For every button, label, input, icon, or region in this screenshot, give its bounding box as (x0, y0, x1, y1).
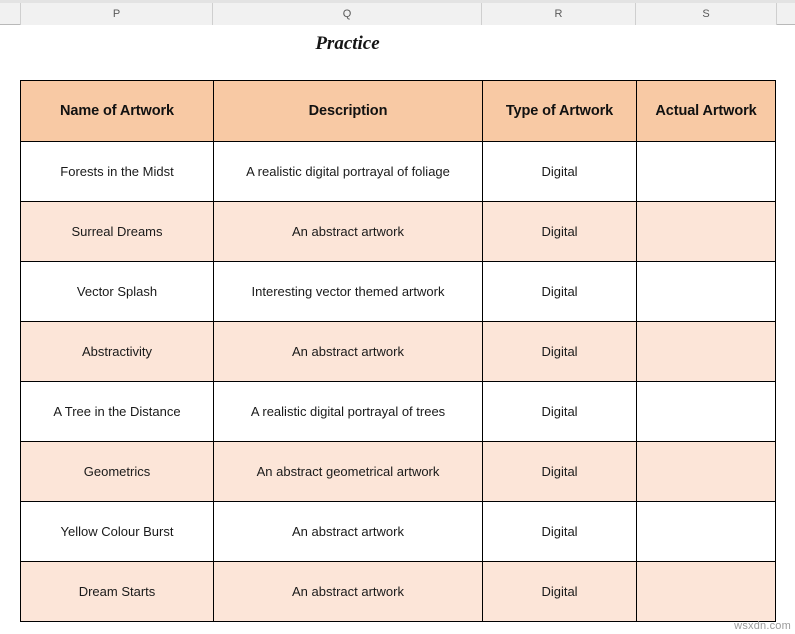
table-row: Yellow Colour Burst An abstract artwork Di… (20, 501, 776, 562)
cell-actual-artwork[interactable] (636, 561, 776, 622)
column-header-description: Description (213, 80, 483, 142)
cell-actual-artwork[interactable] (636, 261, 776, 322)
cell-name-of-artwork[interactable]: Forests in the Midst (20, 141, 214, 202)
cell-description[interactable]: An abstract artwork (213, 501, 483, 562)
cell-actual-artwork[interactable] (636, 321, 776, 382)
cell-name-of-artwork[interactable]: Vector Splash (20, 261, 214, 322)
column-header-q[interactable]: Q (213, 3, 482, 25)
cell-type-of-artwork[interactable]: Digital (482, 261, 637, 322)
cell-actual-artwork[interactable] (636, 201, 776, 262)
cell-actual-artwork[interactable] (636, 441, 776, 502)
cell-name-of-artwork[interactable]: Dream Starts (20, 561, 214, 622)
column-header-r[interactable]: R (482, 3, 636, 25)
cell-name-of-artwork[interactable]: Abstractivity (20, 321, 214, 382)
column-header-p[interactable]: P (20, 3, 213, 25)
column-header-actual-artwork: Actual Artwork (636, 80, 776, 142)
cell-description[interactable]: An abstract artwork (213, 321, 483, 382)
table-row: A Tree in the Distance A realistic digita… (20, 381, 776, 442)
artwork-table: Name of Artwork Description Type of Artw… (20, 80, 776, 622)
table-row: Geometrics An abstract geometrical artwor… (20, 441, 776, 502)
table-row: Vector Splash Interesting vector themed a… (20, 261, 776, 322)
column-header-type-of-artwork: Type of Artwork (482, 80, 637, 142)
cell-type-of-artwork[interactable]: Digital (482, 201, 637, 262)
cell-description[interactable]: A realistic digital portrayal of trees (213, 381, 483, 442)
cell-name-of-artwork[interactable]: Geometrics (20, 441, 214, 502)
cell-name-of-artwork[interactable]: Surreal Dreams (20, 201, 214, 262)
cell-actual-artwork[interactable] (636, 501, 776, 562)
cell-description[interactable]: Interesting vector themed artwork (213, 261, 483, 322)
column-header-s[interactable]: S (636, 3, 777, 25)
cell-actual-artwork[interactable] (636, 141, 776, 202)
page-title: Practice (315, 33, 380, 54)
cell-name-of-artwork[interactable]: A Tree in the Distance (20, 381, 214, 442)
column-header-name-of-artwork: Name of Artwork (20, 80, 214, 142)
table-header-row: Name of Artwork Description Type of Artw… (20, 80, 776, 142)
cell-description[interactable]: An abstract artwork (213, 561, 483, 622)
cell-type-of-artwork[interactable]: Digital (482, 381, 637, 442)
table-row: Dream Starts An abstract artwork Digital (20, 561, 776, 622)
table-row: Forests in the Midst A realistic digital … (20, 141, 776, 202)
table-header: Name of Artwork Description Type of Artw… (20, 80, 776, 142)
watermark: wsxdn.com (734, 620, 791, 632)
cell-description[interactable]: A realistic digital portrayal of foliage (213, 141, 483, 202)
cell-type-of-artwork[interactable]: Digital (482, 561, 637, 622)
spreadsheet-column-header-bar: PQRS (0, 0, 795, 25)
cell-type-of-artwork[interactable]: Digital (482, 321, 637, 382)
cell-name-of-artwork[interactable]: Yellow Colour Burst (20, 501, 214, 562)
table-row: Surreal Dreams An abstract artwork Digital (20, 201, 776, 262)
cell-type-of-artwork[interactable]: Digital (482, 501, 637, 562)
cell-type-of-artwork[interactable]: Digital (482, 141, 637, 202)
cell-type-of-artwork[interactable]: Digital (482, 441, 637, 502)
cell-actual-artwork[interactable] (636, 381, 776, 442)
table-body: Forests in the Midst A realistic digital … (20, 141, 776, 622)
table-row: Abstractivity An abstract artwork Digital (20, 321, 776, 382)
cell-description[interactable]: An abstract geometrical artwork (213, 441, 483, 502)
cell-description[interactable]: An abstract artwork (213, 201, 483, 262)
